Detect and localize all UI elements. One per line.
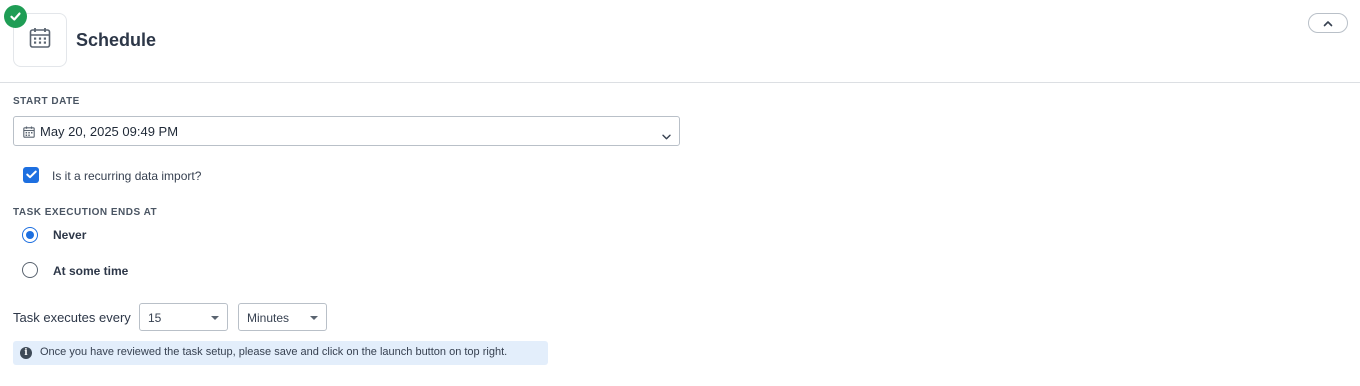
- start-date-label: START DATE: [13, 96, 80, 107]
- start-date-picker[interactable]: May 20, 2025 09:49 PM: [13, 116, 680, 146]
- interval-value: 15: [148, 311, 162, 325]
- radio-at-some-time[interactable]: [22, 262, 38, 278]
- info-icon: i: [20, 347, 32, 359]
- caret-down-icon: [211, 316, 219, 320]
- info-banner: i Once you have reviewed the task setup,…: [13, 341, 548, 365]
- radio-never[interactable]: [22, 227, 38, 243]
- unit-value: Minutes: [247, 311, 290, 325]
- recurring-checkbox[interactable]: [23, 167, 39, 183]
- execution-ends-label: TASK EXECUTION ENDS AT: [13, 207, 158, 218]
- radio-never-label[interactable]: Never: [53, 228, 86, 242]
- chevron-up-icon: [1323, 14, 1333, 32]
- caret-down-icon: [310, 316, 318, 320]
- frequency-label: Task executes every: [13, 310, 131, 325]
- schedule-header: [0, 0, 1360, 83]
- check-circle-icon: [4, 5, 27, 28]
- checkmark-icon: [25, 166, 37, 184]
- collapse-button[interactable]: [1308, 13, 1348, 33]
- radio-at-some-time-label[interactable]: At some time: [53, 264, 128, 278]
- interval-select[interactable]: 15: [139, 303, 228, 331]
- calendar-small-icon: [23, 125, 35, 143]
- page-title: Schedule: [76, 30, 157, 50]
- chevron-down-icon: [662, 127, 671, 145]
- radio-selected-dot: [26, 231, 34, 239]
- recurring-checkbox-label[interactable]: Is it a recurring data import?: [52, 169, 201, 183]
- start-date-value: May 20, 2025 09:49 PM: [40, 124, 179, 139]
- calendar-icon: [29, 27, 51, 54]
- unit-select[interactable]: Minutes: [238, 303, 327, 331]
- info-text: Once you have reviewed the task setup, p…: [40, 346, 508, 358]
